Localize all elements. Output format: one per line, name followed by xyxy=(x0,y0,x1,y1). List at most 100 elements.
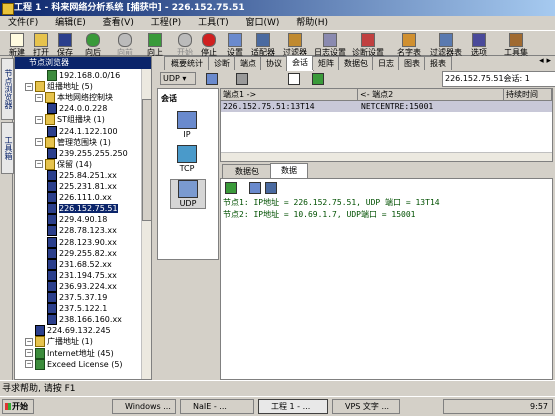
menu-help[interactable]: 帮助(H) xyxy=(296,18,328,28)
adapter-button[interactable]: 适配器 xyxy=(248,32,278,57)
detail-line-node1: 节点1: IP地址 = 226.152.75.51, UDP 端口 = 13T1… xyxy=(223,198,440,207)
expand-toggle-icon[interactable]: − xyxy=(25,349,33,357)
refresh-icon[interactable] xyxy=(249,182,261,194)
new-icon xyxy=(10,33,24,47)
column-header-endpoint1[interactable]: 端点1 -> xyxy=(221,89,358,101)
session-panel-title: 会话 xyxy=(161,94,177,103)
open-button[interactable]: 打开 xyxy=(30,32,52,57)
status-bar: 寻求帮助, 请按 F1 xyxy=(0,380,555,396)
folder-icon xyxy=(35,336,45,348)
network-icon xyxy=(35,347,45,359)
tree-node-label: 239.255.255.250 xyxy=(59,148,128,158)
tab-reports[interactable]: 报表 xyxy=(424,56,452,70)
menu-tools[interactable]: 工具(T) xyxy=(198,18,229,28)
tab-scroll-arrows-icon[interactable]: ◂ ▸ xyxy=(539,56,551,66)
column-header-endpoint2[interactable]: <- 端点2 xyxy=(358,89,504,101)
options-button[interactable]: 选项 xyxy=(468,32,490,57)
protocol-selector[interactable]: UDP ▾ xyxy=(160,72,196,85)
column-header-duration[interactable]: 持续时间 xyxy=(504,89,552,101)
host-icon xyxy=(47,269,57,281)
filter-table-button[interactable]: 过滤器表 xyxy=(428,32,464,57)
stop-icon xyxy=(202,33,216,47)
menu-edit[interactable]: 编辑(E) xyxy=(55,18,86,28)
expand-toggle-icon[interactable]: − xyxy=(25,360,33,369)
tree-vertical-scrollbar[interactable] xyxy=(141,69,151,379)
expand-toggle-icon[interactable]: − xyxy=(25,82,33,91)
taskbar-item-2[interactable]: NaIE - ... xyxy=(180,399,254,414)
menu-file[interactable]: 文件(F) xyxy=(8,18,38,28)
menu-window[interactable]: 窗口(W) xyxy=(245,18,279,28)
session-type-udp[interactable]: UDP xyxy=(170,179,206,209)
settings-icon xyxy=(228,33,242,47)
tab-log[interactable]: 日志 xyxy=(372,56,400,70)
toolset-button[interactable]: 工具集 xyxy=(498,32,534,57)
menu-view[interactable]: 查看(V) xyxy=(103,18,134,28)
tree-node-label: 管理范围块 (1) xyxy=(57,137,111,147)
columns-icon[interactable] xyxy=(288,73,300,85)
forward-button[interactable]: 向前 xyxy=(114,32,136,57)
table-row[interactable]: 226.152.75.51:13T14 NETCENTRE:15001 xyxy=(221,101,552,112)
filter-button[interactable]: 过滤器 xyxy=(280,32,310,57)
tree-node[interactable]: − Exceed License (5) xyxy=(25,358,123,371)
settings-button[interactable]: 设置 xyxy=(224,32,246,57)
save-button[interactable]: 保存 xyxy=(54,32,76,57)
tree-node-label: Internet地址 (45) xyxy=(47,348,114,358)
tab-detail-packets[interactable]: 数据包 xyxy=(222,164,272,178)
tab-summary[interactable]: 概要统计 xyxy=(164,56,210,70)
log-settings-button[interactable]: 日志设置 xyxy=(312,32,348,57)
ip-session-icon xyxy=(177,111,197,129)
tab-detail-data[interactable]: 数据 xyxy=(270,163,308,179)
copy-icon[interactable] xyxy=(265,182,277,194)
host-icon xyxy=(47,181,57,192)
session-grid: 端点1 -> <- 端点2 持续时间 226.152.75.51:13T14 N… xyxy=(220,88,553,162)
filter-table-icon xyxy=(439,33,453,47)
start-button[interactable]: 开始 xyxy=(174,32,196,57)
tab-diagnosis[interactable]: 诊断 xyxy=(208,56,236,70)
filter-icon[interactable] xyxy=(236,73,248,85)
expand-toggle-icon[interactable]: − xyxy=(35,93,43,102)
tab-protocols[interactable]: 协议 xyxy=(260,56,288,70)
tree-node-label: Exceed License (5) xyxy=(47,359,123,369)
up-button[interactable]: 向上 xyxy=(144,32,166,57)
detail-line-node2: 节点2: IP地址 = 10.69.1.7, UDP端口 = 15001 xyxy=(223,210,416,219)
taskbar-item-4[interactable]: VPS 文字 ... xyxy=(332,399,400,414)
clock[interactable]: 9:57 xyxy=(530,402,548,411)
window-title: 工程 1 - 科来网络分析系统 [捕获中] - 226.152.75.51 xyxy=(14,3,245,13)
tab-matrix[interactable]: 矩阵 xyxy=(312,56,340,70)
expand-toggle-icon[interactable]: − xyxy=(35,115,43,124)
tab-sessions[interactable]: 会话 xyxy=(286,55,314,71)
tab-toolbox[interactable]: 工具箱 xyxy=(1,122,14,174)
tree-node-label: 224.0.0.228 xyxy=(59,104,108,114)
export-icon[interactable] xyxy=(312,73,324,85)
host-icon xyxy=(47,258,57,270)
tree-node-label: 广播地址 (1) xyxy=(47,337,93,347)
diag-settings-button[interactable]: 诊断设置 xyxy=(350,32,386,57)
grid-horizontal-scrollbar[interactable] xyxy=(221,152,552,161)
taskbar-item-3[interactable]: 工程 1 - ... xyxy=(258,399,328,414)
start-button[interactable]: 开始 xyxy=(2,399,34,414)
stop-button[interactable]: 停止 xyxy=(198,32,220,57)
menu-project[interactable]: 工程(P) xyxy=(151,18,181,28)
tree-node-label: 224.69.132.245 xyxy=(47,326,111,336)
expand-toggle-icon[interactable]: − xyxy=(35,138,43,147)
new-button[interactable]: 新建 xyxy=(6,32,28,57)
expand-toggle-icon[interactable]: − xyxy=(35,160,43,169)
tab-charts[interactable]: 图表 xyxy=(398,56,426,70)
session-type-ip[interactable]: IP xyxy=(170,111,204,139)
taskbar-item-1[interactable]: Windows ... xyxy=(112,399,176,414)
session-type-tcp[interactable]: TCP xyxy=(170,145,204,173)
host-icon xyxy=(47,169,57,181)
decode-icon[interactable] xyxy=(225,182,237,194)
app-icon xyxy=(2,3,14,15)
back-button[interactable]: 向后 xyxy=(82,32,104,57)
taskbar: 开始 Windows ... NaIE - ... 工程 1 - ... VPS… xyxy=(0,396,555,416)
host-icon xyxy=(47,147,57,159)
scrollbar-thumb[interactable] xyxy=(142,99,151,221)
tab-endpoints[interactable]: 端点 xyxy=(234,56,262,70)
tab-node-browser[interactable]: 节点浏览器 xyxy=(1,58,14,120)
names-button[interactable]: 名字表 xyxy=(394,32,424,57)
tab-packets[interactable]: 数据包 xyxy=(338,56,374,70)
view-icon[interactable] xyxy=(206,73,218,85)
expand-toggle-icon[interactable]: − xyxy=(25,337,33,346)
main-toolbar: 新建 打开 保存 向后 向前 向上 开始 停止 设置 适配器 过滤器 日志设置 … xyxy=(0,30,555,57)
